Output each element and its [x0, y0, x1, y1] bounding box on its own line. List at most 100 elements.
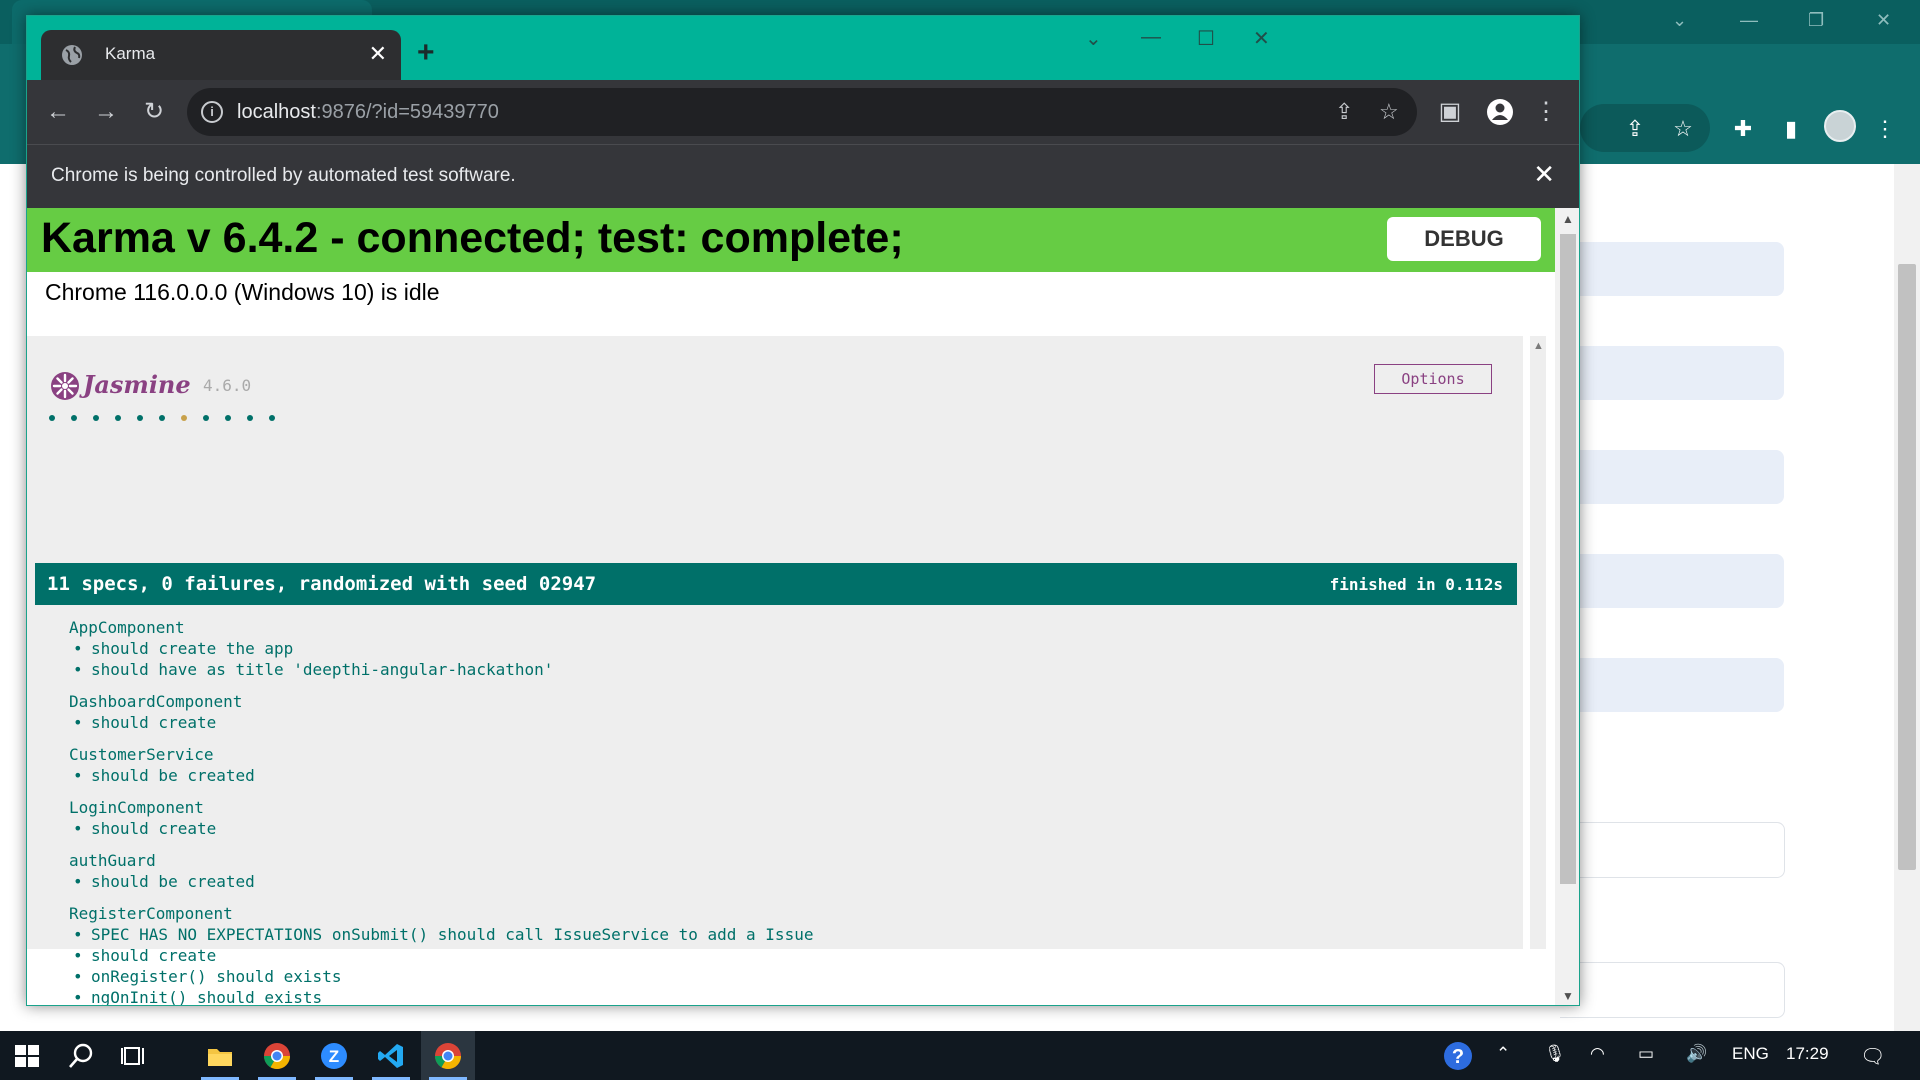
background-scrollbar[interactable]	[1894, 164, 1920, 1031]
spec-dot-passed[interactable]	[247, 415, 253, 421]
suite-title[interactable]: AppComponent	[69, 617, 813, 638]
windows-taskbar: Z ? ⌃ 🎙 ◠ ▭ 🔊 ENG 17:29 🗨	[0, 1031, 1920, 1080]
site-info-icon[interactable]: i	[201, 101, 223, 123]
microphone-icon[interactable]: 🎙	[1544, 1044, 1566, 1064]
tab-search-icon[interactable]: ⌄	[1085, 26, 1102, 51]
maximize-icon[interactable]: ☐	[1197, 26, 1215, 51]
suite-title[interactable]: authGuard	[69, 850, 813, 871]
scroll-down-arrow-icon[interactable]: ▼	[1562, 989, 1574, 1003]
battery-icon[interactable]: ▭	[1638, 1044, 1654, 1064]
taskbar-zoom[interactable]: Z	[307, 1031, 361, 1080]
suite-title[interactable]: LoginComponent	[69, 797, 813, 818]
language-indicator[interactable]: ENG	[1732, 1044, 1769, 1064]
automation-infobar: Chrome is being controlled by automated …	[27, 144, 1579, 208]
jasmine-logo-icon	[51, 372, 79, 400]
spec-dot-passed[interactable]	[49, 415, 55, 421]
spec-item[interactable]: onRegister() should exists	[69, 966, 813, 987]
chevron-up-icon[interactable]: ⌃	[1496, 1044, 1510, 1064]
spec-dot-passed[interactable]	[115, 415, 121, 421]
suite: CustomerServiceshould be created	[69, 744, 813, 786]
spec-dot-passed[interactable]	[159, 415, 165, 421]
suite-title[interactable]: RegisterComponent	[69, 903, 813, 924]
spec-item[interactable]: should create	[69, 712, 813, 733]
suite-title[interactable]: DashboardComponent	[69, 691, 813, 712]
share-icon[interactable]: ⇪	[1620, 114, 1650, 144]
taskbar-file-explorer[interactable]	[193, 1031, 247, 1080]
scrollbar-thumb[interactable]	[1898, 264, 1916, 870]
spec-item[interactable]: should create	[69, 945, 813, 966]
infobar-close-icon[interactable]: ✕	[1533, 159, 1555, 190]
spec-item[interactable]: should have as title 'deepthi-angular-ha…	[69, 659, 813, 680]
tab-close-icon[interactable]: ✕	[369, 41, 387, 67]
taskbar-vscode[interactable]	[364, 1031, 418, 1080]
spec-dot-passed[interactable]	[225, 415, 231, 421]
clock[interactable]: 17:29	[1786, 1044, 1829, 1064]
spec-item[interactable]: should be created	[69, 765, 813, 786]
taskbar-chrome-active[interactable]	[421, 1031, 475, 1080]
spec-dot-passed[interactable]	[203, 415, 209, 421]
karma-status-heading: Karma v 6.4.2 - connected; test: complet…	[41, 214, 904, 262]
side-panel-icon[interactable]: ▣	[1435, 97, 1465, 127]
url-text[interactable]: localhost:9876/?id=59439770	[237, 101, 499, 124]
bookmark-star-icon[interactable]: ☆	[1668, 114, 1698, 144]
taskbar-chrome[interactable]	[250, 1031, 304, 1080]
start-button[interactable]	[0, 1031, 54, 1080]
reload-icon[interactable]: ↻	[139, 97, 169, 127]
suite-title[interactable]: CustomerService	[69, 744, 813, 765]
scroll-up-arrow-icon[interactable]: ▲	[1533, 340, 1544, 352]
scroll-up-arrow-icon[interactable]: ▲	[1562, 212, 1574, 226]
options-button[interactable]: Options	[1374, 364, 1492, 394]
new-tab-button[interactable]: +	[417, 38, 435, 68]
close-icon[interactable]: ✕	[1876, 10, 1891, 31]
jasmine-logo-text: Jasmine	[83, 370, 191, 399]
minimize-icon[interactable]: —	[1141, 26, 1161, 49]
spec-list: AppComponentshould create the appshould …	[69, 617, 813, 1005]
forward-arrow-icon[interactable]: →	[91, 97, 121, 127]
kebab-menu-icon[interactable]: ⋮	[1531, 97, 1561, 127]
extensions-icon[interactable]: ✚	[1728, 114, 1758, 144]
spec-item[interactable]: ngOnInit() should exists	[69, 987, 813, 1005]
notifications-icon[interactable]: 🗨	[1860, 1044, 1885, 1069]
restore-icon[interactable]: ❐	[1808, 10, 1824, 31]
chrome-icon	[434, 1043, 462, 1070]
scrollbar-thumb[interactable]	[1560, 234, 1576, 884]
close-icon[interactable]: ✕	[1253, 26, 1270, 51]
debug-button[interactable]: DEBUG	[1387, 217, 1541, 261]
profile-avatar[interactable]	[1824, 110, 1856, 142]
bookmark-star-icon[interactable]: ☆	[1379, 99, 1399, 125]
kebab-menu-icon[interactable]: ⋮	[1870, 114, 1900, 144]
spec-dot-passed[interactable]	[93, 415, 99, 421]
spec-dot-passed[interactable]	[137, 415, 143, 421]
tab-karma[interactable]: Karma ✕	[41, 30, 401, 80]
minimize-icon[interactable]: —	[1740, 10, 1758, 31]
spec-item[interactable]: SPEC HAS NO EXPECTATIONS onSubmit() shou…	[69, 924, 813, 945]
spec-item[interactable]: should create	[69, 818, 813, 839]
title-bar: Karma ✕ + ⌄ — ☐ ✕	[27, 16, 1579, 80]
background-card	[1560, 450, 1784, 504]
search-button[interactable]	[54, 1031, 108, 1080]
wifi-icon[interactable]: ◠	[1590, 1044, 1605, 1064]
spec-dot-passed[interactable]	[269, 415, 275, 421]
background-input[interactable]	[1560, 962, 1785, 1018]
browser-toolbar: ← → ↻ i localhost:9876/?id=59439770 ⇪ ☆ …	[27, 80, 1579, 144]
background-input[interactable]	[1560, 822, 1785, 878]
spec-dot-pending[interactable]	[181, 415, 187, 421]
page-scrollbar[interactable]: ▲ ▼	[1555, 208, 1579, 1005]
address-bar[interactable]: i localhost:9876/?id=59439770 ⇪ ☆	[187, 88, 1417, 136]
back-arrow-icon[interactable]: ←	[43, 97, 73, 127]
background-card	[1560, 242, 1784, 296]
volume-icon[interactable]: 🔊	[1686, 1044, 1707, 1064]
share-icon[interactable]: ⇪	[1335, 99, 1353, 125]
side-panel-icon[interactable]: ▮	[1776, 114, 1806, 144]
task-view-button[interactable]	[108, 1031, 162, 1080]
tab-title: Karma	[105, 44, 156, 63]
background-card	[1560, 554, 1784, 608]
profile-icon[interactable]	[1485, 97, 1515, 127]
spec-item[interactable]: should be created	[69, 871, 813, 892]
help-icon[interactable]: ?	[1442, 1040, 1474, 1072]
jasmine-scrollbar[interactable]: ▲	[1530, 336, 1546, 949]
spec-dot-passed[interactable]	[71, 415, 77, 421]
windows-start-icon	[15, 1045, 39, 1067]
chevron-down-icon[interactable]: ⌄	[1672, 10, 1687, 31]
spec-item[interactable]: should create the app	[69, 638, 813, 659]
